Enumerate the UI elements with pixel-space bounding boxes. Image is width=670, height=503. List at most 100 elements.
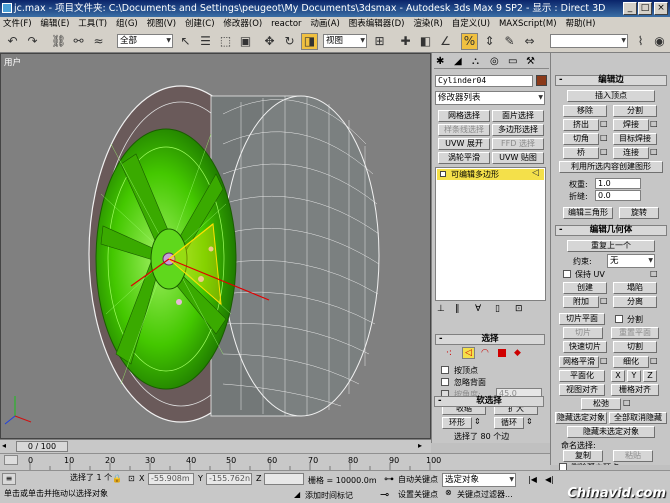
rotate-icon[interactable]: ↻ <box>281 33 298 50</box>
display-tab-icon[interactable]: ▭ <box>508 56 517 67</box>
selection-filter-dropdown[interactable]: 全部 <box>117 34 173 48</box>
object-name-field[interactable]: Cylinder04 <box>435 75 533 87</box>
target-weld-button[interactable]: 目标焊接 <box>613 133 657 145</box>
selection-set-dropdown[interactable]: 选定对象 <box>442 473 516 487</box>
remove-modifier-icon[interactable]: ▯ <box>495 304 500 314</box>
mesh-select-button[interactable]: 网格选择 <box>438 110 490 122</box>
tessellate-settings-icon[interactable]: □ <box>650 356 658 365</box>
planarize-button[interactable]: 平面化 <box>559 370 605 382</box>
configure-sets-icon[interactable]: ⊡ <box>515 304 523 314</box>
mirror-icon[interactable]: ⇔ <box>521 33 538 50</box>
hierarchy-tab-icon[interactable]: ⛬ <box>472 56 479 67</box>
viewport-user[interactable]: 用户 <box>0 53 431 439</box>
soft-selection-rollout[interactable]: 软选择 <box>434 396 544 407</box>
weight-field[interactable]: 1.0 <box>595 178 641 189</box>
x-coord-field[interactable]: -55.908m <box>148 473 194 485</box>
planarize-x-button[interactable]: X <box>611 370 625 382</box>
key-mode-icon[interactable]: ⊶ <box>384 474 394 485</box>
ring-spinner-icon[interactable]: ⇕ <box>474 417 481 426</box>
relax-settings-icon[interactable]: □ <box>623 398 631 407</box>
poly-select-button[interactable]: 多边形选择 <box>492 124 544 136</box>
menu-group[interactable]: 组(G) <box>113 17 141 31</box>
show-end-icon[interactable]: ‖ <box>455 304 460 314</box>
vertex-icon[interactable]: ·: <box>446 348 452 358</box>
loop-spinner-icon[interactable]: ⇕ <box>526 417 533 426</box>
planarize-y-button[interactable]: Y <box>627 370 641 382</box>
y-coord-field[interactable]: -155.762n <box>206 473 252 485</box>
turbosmooth-button[interactable]: 涡轮平滑 <box>438 152 490 164</box>
menu-create[interactable]: 创建(C) <box>182 17 218 31</box>
grid-align-button[interactable]: 栅格对齐 <box>611 384 659 396</box>
edit-triangulation-button[interactable]: 编辑三角形 <box>563 207 613 219</box>
pivot-center-icon[interactable]: ⊞ <box>371 33 388 50</box>
menu-views[interactable]: 视图(V) <box>144 17 179 31</box>
weld-button[interactable]: 焊接 <box>613 119 649 131</box>
copy-button[interactable]: 复制 <box>563 450 603 462</box>
pin-stack-icon[interactable]: ⊥ <box>437 304 445 314</box>
polygon-icon[interactable] <box>498 349 506 357</box>
chamfer-settings-icon[interactable]: □ <box>600 133 608 142</box>
create-button[interactable]: 创建 <box>563 282 607 294</box>
menu-edit[interactable]: 编辑(E) <box>37 17 72 31</box>
auto-key-label[interactable]: 自动关键点 <box>398 474 438 485</box>
percent-snap-icon[interactable]: % <box>461 33 478 50</box>
angle-snap-icon[interactable]: ∠ <box>437 33 454 50</box>
menu-rendering[interactable]: 渲染(R) <box>410 17 446 31</box>
menu-help[interactable]: 帮助(H) <box>562 17 598 31</box>
loop-button[interactable]: 循环 <box>494 417 524 429</box>
maximize-button[interactable]: □ <box>638 2 652 15</box>
stack-expand-icon[interactable] <box>440 171 446 177</box>
bridge-button[interactable]: 桥 <box>563 147 599 159</box>
absolute-mode-icon[interactable]: ⊡ <box>128 474 135 483</box>
maxscript-listener-icon[interactable]: ≡ <box>2 473 16 485</box>
create-shape-button[interactable]: 利用所选内容创建图形 <box>559 161 663 173</box>
menu-graph-editors[interactable]: 图表编辑器(D) <box>346 17 408 31</box>
uvw-map-button[interactable]: UVW 贴图 <box>492 152 544 164</box>
weld-settings-icon[interactable]: □ <box>650 119 658 128</box>
track-bar[interactable]: 0 10 20 30 40 50 60 70 80 90 100 <box>0 453 550 470</box>
menu-customize[interactable]: 自定义(U) <box>449 17 493 31</box>
close-button[interactable]: × <box>654 2 668 15</box>
constraints-dropdown[interactable]: 无 <box>607 254 655 268</box>
rect-region-icon[interactable]: ⬚ <box>217 33 234 50</box>
insert-vertex-button[interactable]: 插入顶点 <box>567 90 655 102</box>
extrude-settings-icon[interactable]: □ <box>600 119 608 128</box>
scale-icon[interactable]: ◨ <box>301 33 318 50</box>
bridge-settings-icon[interactable]: □ <box>600 147 608 156</box>
select-object-icon[interactable]: ↖ <box>177 33 194 50</box>
slider-prev-icon[interactable]: ◂ <box>2 441 12 451</box>
repeat-last-button[interactable]: 重复上一个 <box>567 240 655 252</box>
select-by-name-icon[interactable]: ☰ <box>197 33 214 50</box>
split-checkbox[interactable] <box>615 315 623 323</box>
time-slider-thumb[interactable]: 0 / 100 <box>16 441 68 452</box>
slice-button[interactable]: 切片 <box>563 327 603 339</box>
time-slider[interactable]: ◂ 0 / 100 ▸ <box>0 439 431 453</box>
unlink-icon[interactable]: ⚯ <box>70 33 87 50</box>
select-link-icon[interactable]: ⛓ <box>50 33 67 50</box>
slider-next-icon[interactable]: ▸ <box>418 441 422 450</box>
add-time-tag[interactable]: 添加时间标记 <box>305 490 353 501</box>
spline-select-button[interactable]: 样条线选择 <box>438 124 490 136</box>
time-tag-icon[interactable]: ◢ <box>294 490 300 499</box>
chamfer-button[interactable]: 切角 <box>563 133 599 145</box>
crease-field[interactable]: 0.0 <box>595 190 641 201</box>
split-button[interactable]: 分割 <box>613 105 657 117</box>
hide-unselected-button[interactable]: 隐藏未选定对象 <box>567 426 655 438</box>
cut-button[interactable]: 切割 <box>613 341 657 353</box>
menu-modifiers[interactable]: 修改器(O) <box>220 17 265 31</box>
connect-settings-icon[interactable]: □ <box>650 147 658 156</box>
z-coord-field[interactable] <box>264 473 304 485</box>
menu-animation[interactable]: 动画(A) <box>307 17 342 31</box>
element-icon[interactable]: ◆ <box>514 348 521 358</box>
hide-selected-button[interactable]: 隐藏选定对象 <box>555 412 607 424</box>
bind-spacewarp-icon[interactable]: ≈ <box>90 33 107 50</box>
selection-rollout-header[interactable]: 选择 <box>435 334 545 345</box>
material-editor-icon[interactable]: ◉ <box>651 33 668 50</box>
undo-icon[interactable]: ↶ <box>4 33 21 50</box>
track-bar-menu-icon[interactable] <box>4 455 18 465</box>
create-tab-icon[interactable]: ✱ <box>436 56 444 67</box>
select-manipulate-icon[interactable]: ✚ <box>397 33 414 50</box>
paste-button[interactable]: 粘贴 <box>613 450 653 462</box>
unhide-all-button[interactable]: 全部取消隐藏 <box>609 412 667 424</box>
modifier-stack[interactable]: 可编辑多边形 ◁ <box>435 167 546 301</box>
